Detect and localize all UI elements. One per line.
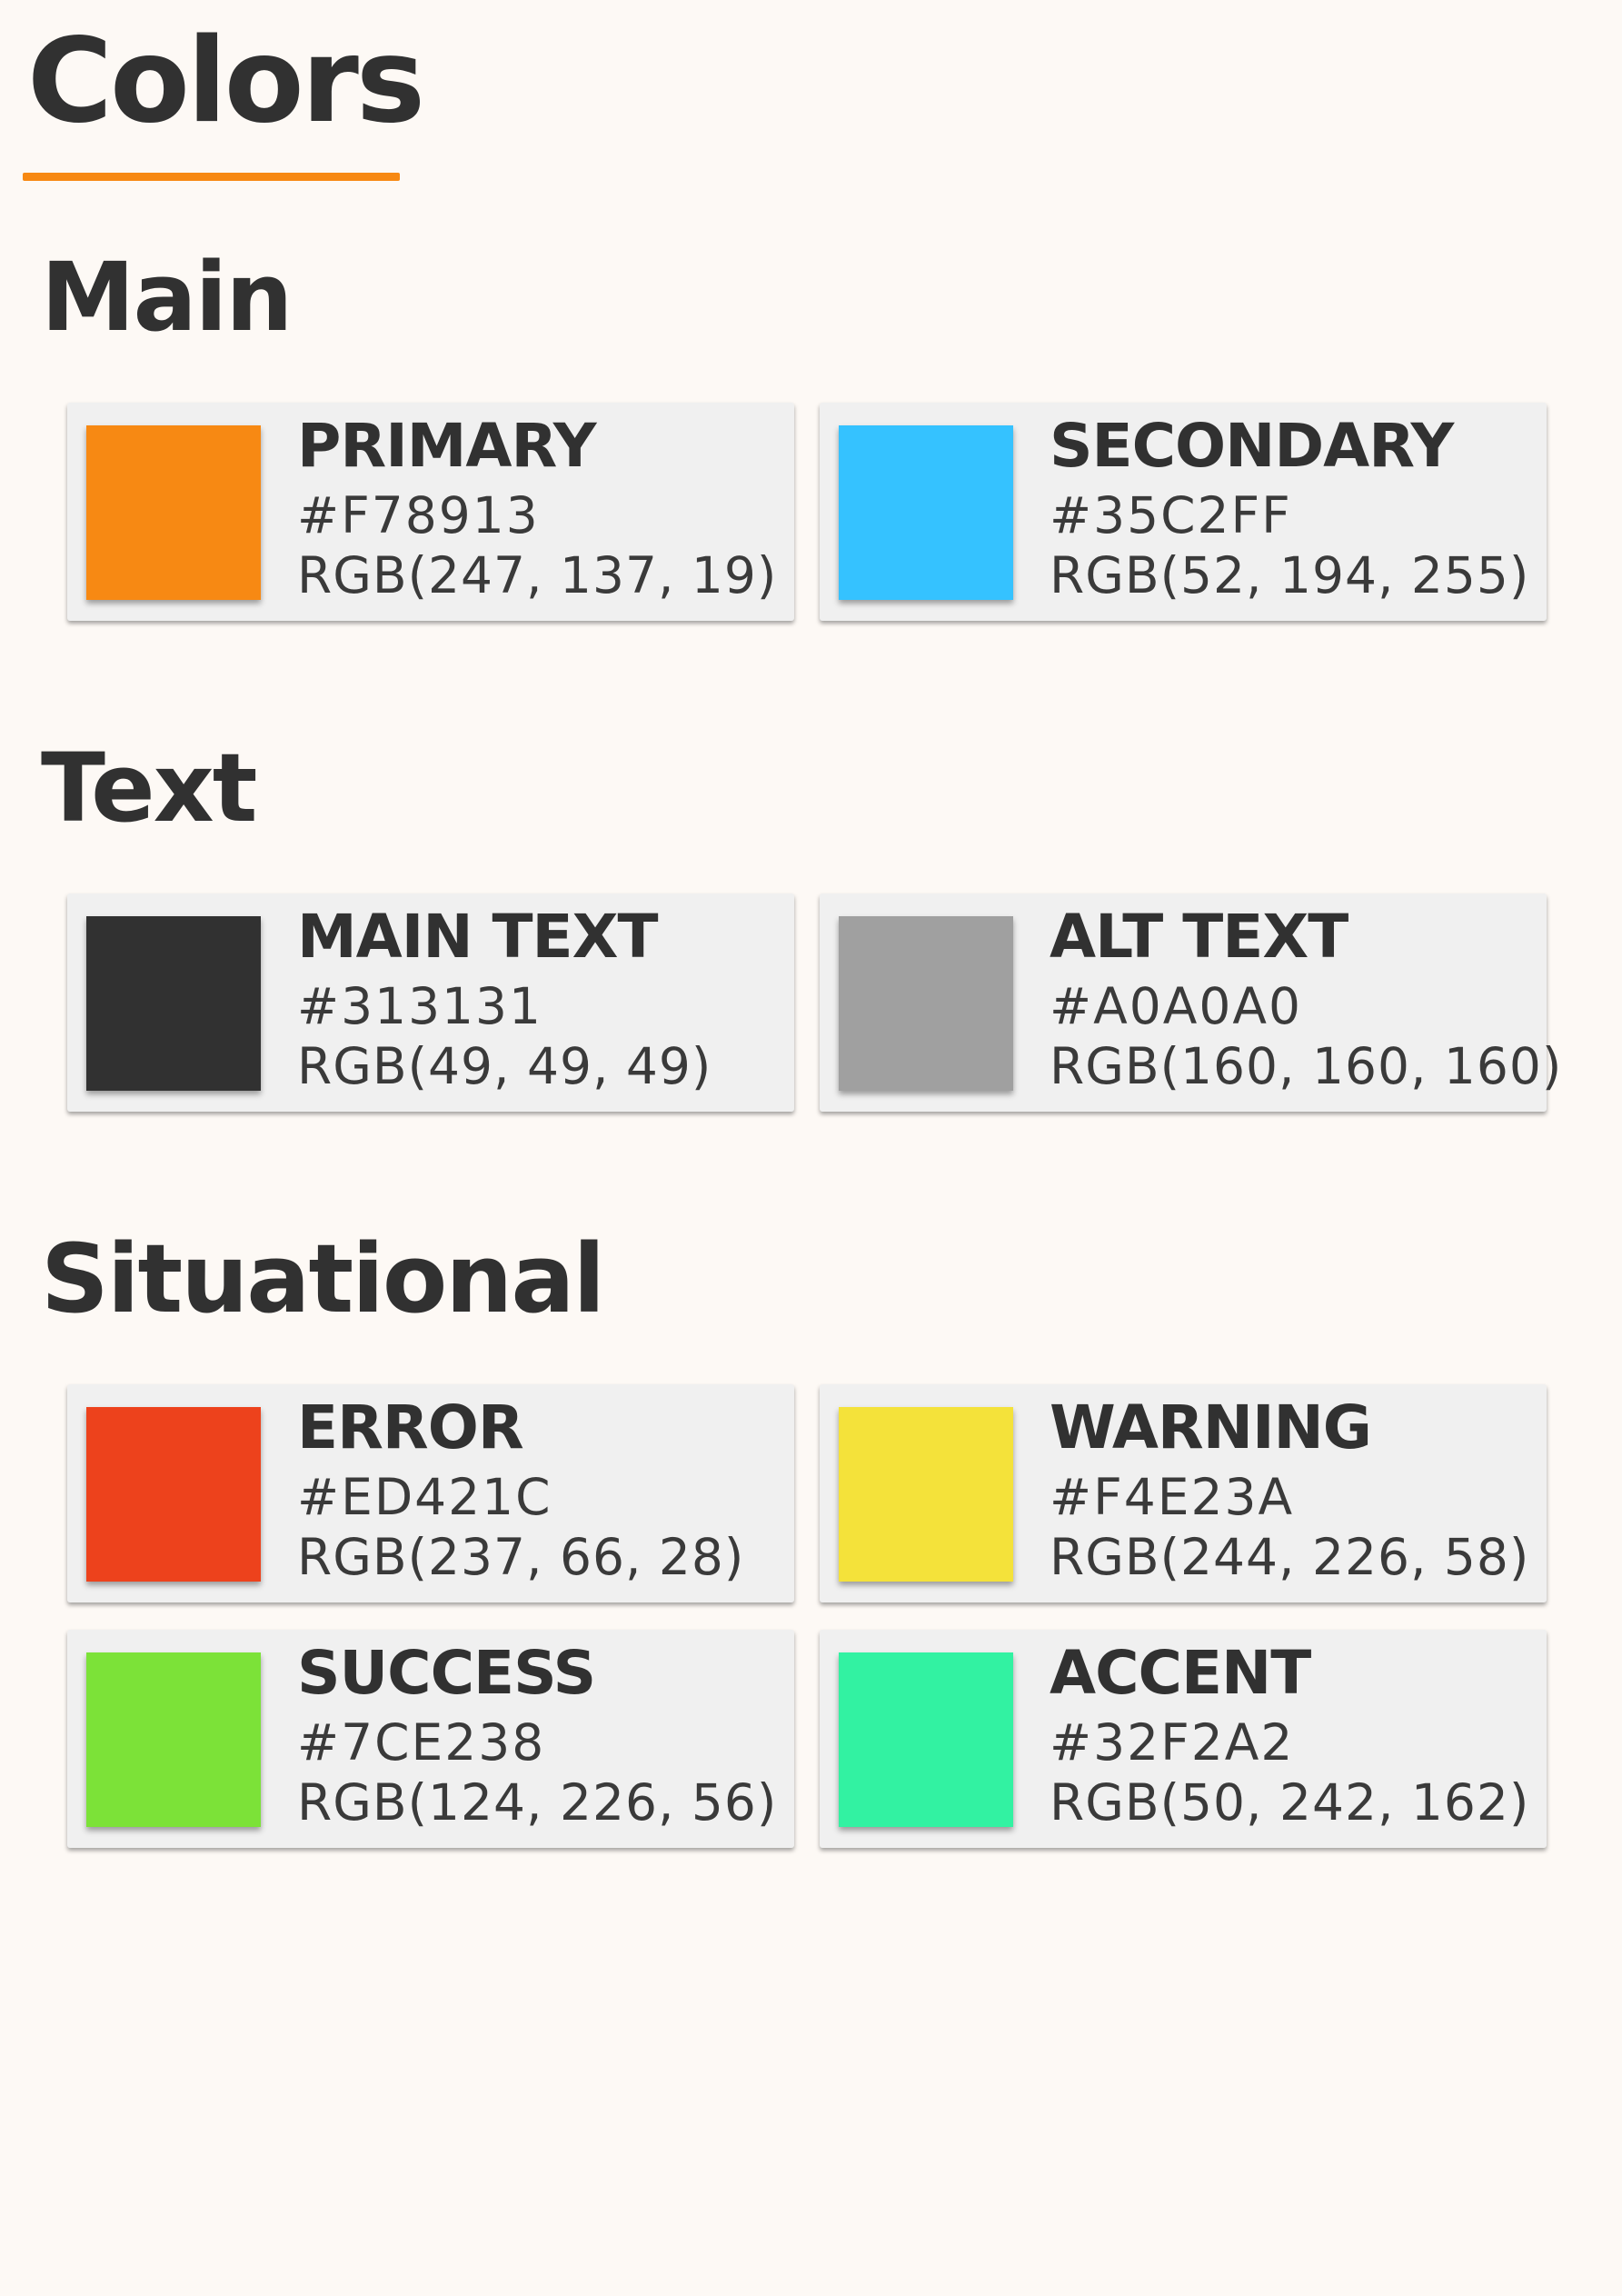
section-heading-situational: Situational: [41, 1223, 605, 1334]
color-swatch: [839, 916, 1013, 1091]
color-name: ERROR: [297, 1393, 524, 1462]
color-card-main-text: MAIN TEXT #313131 RGB(49, 49, 49): [67, 893, 794, 1112]
color-swatch: [839, 1407, 1013, 1582]
color-rgb: RGB(160, 160, 160): [1050, 1037, 1563, 1095]
color-swatch: [86, 425, 261, 600]
color-name: SUCCESS: [297, 1638, 596, 1708]
color-rgb: RGB(247, 137, 19): [297, 546, 778, 604]
color-card-primary: PRIMARY #F78913 RGB(247, 137, 19): [67, 403, 794, 621]
color-hex: #F4E23A: [1050, 1468, 1295, 1526]
color-card-secondary: SECONDARY #35C2FF RGB(52, 194, 255): [820, 403, 1547, 621]
color-name: ACCENT: [1050, 1638, 1311, 1708]
color-swatch: [839, 1652, 1013, 1827]
color-name: MAIN TEXT: [297, 902, 659, 972]
color-rgb: RGB(237, 66, 28): [297, 1528, 745, 1586]
color-name: PRIMARY: [297, 411, 597, 481]
color-card-alt-text: ALT TEXT #A0A0A0 RGB(160, 160, 160): [820, 893, 1561, 1112]
color-swatch: [86, 1652, 261, 1827]
color-swatch: [839, 425, 1013, 600]
color-card-warning: WARNING #F4E23A RGB(244, 226, 58): [820, 1384, 1547, 1602]
color-hex: #A0A0A0: [1050, 977, 1302, 1035]
color-swatch: [86, 916, 261, 1091]
section-heading-text: Text: [41, 733, 257, 844]
section-heading-main: Main: [41, 242, 293, 353]
color-hex: #7CE238: [297, 1713, 546, 1772]
color-name: WARNING: [1050, 1393, 1372, 1462]
color-rgb: RGB(244, 226, 58): [1050, 1528, 1530, 1586]
page-title: Colors: [27, 14, 425, 149]
color-rgb: RGB(52, 194, 255): [1050, 546, 1530, 604]
color-name: ALT TEXT: [1050, 902, 1348, 972]
color-card-error: ERROR #ED421C RGB(237, 66, 28): [67, 1384, 794, 1602]
color-hex: #F78913: [297, 486, 540, 544]
color-hex: #313131: [297, 977, 543, 1035]
color-name: SECONDARY: [1050, 411, 1454, 481]
color-card-accent: ACCENT #32F2A2 RGB(50, 242, 162): [820, 1630, 1547, 1848]
color-rgb: RGB(124, 226, 56): [297, 1773, 778, 1832]
color-hex: #35C2FF: [1050, 486, 1292, 544]
color-hex: #ED421C: [297, 1468, 552, 1526]
color-card-success: SUCCESS #7CE238 RGB(124, 226, 56): [67, 1630, 794, 1848]
color-rgb: RGB(49, 49, 49): [297, 1037, 712, 1095]
title-underline: [23, 173, 400, 181]
color-rgb: RGB(50, 242, 162): [1050, 1773, 1530, 1832]
color-hex: #32F2A2: [1050, 1713, 1295, 1772]
color-swatch: [86, 1407, 261, 1582]
